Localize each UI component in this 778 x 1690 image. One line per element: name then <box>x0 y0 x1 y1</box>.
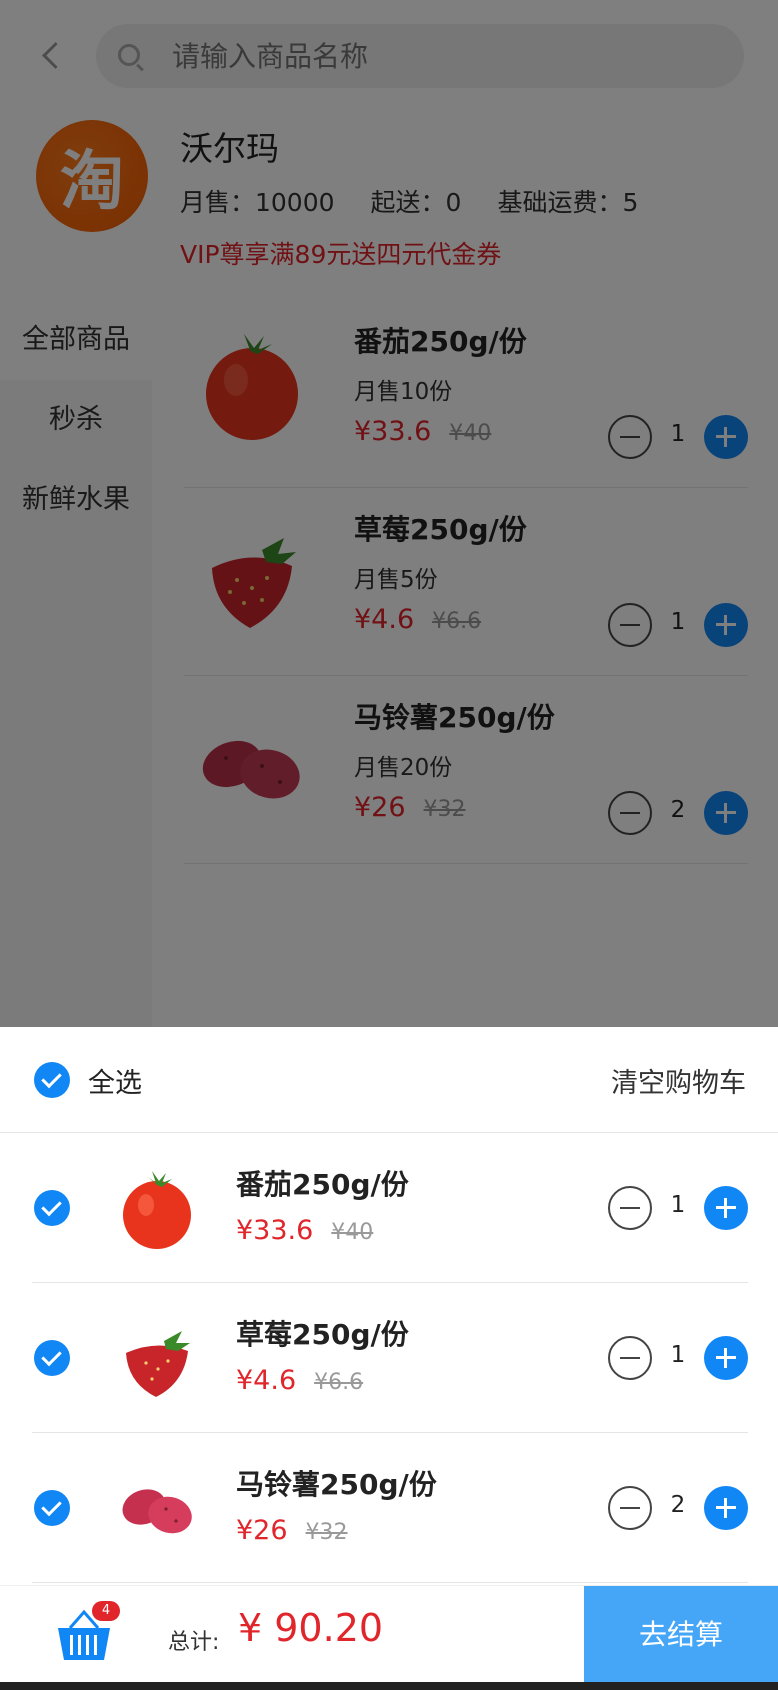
quantity-stepper: 2 <box>608 1486 748 1530</box>
total-amount: ¥ 90.20 <box>238 1606 384 1650</box>
cart-item-price: ¥33.6 ¥40 <box>236 1215 373 1246</box>
modal-overlay[interactable] <box>0 0 778 1027</box>
quantity-value: 2 <box>670 1492 686 1518</box>
cart-header: 全选 清空购物车 <box>0 1027 778 1133</box>
cart-item-name: 草莓250g/份 <box>236 1318 409 1351</box>
minus-icon[interactable] <box>608 1336 652 1380</box>
quantity-value: 1 <box>670 1342 686 1368</box>
original-price: ¥32 <box>305 1520 348 1545</box>
quantity-stepper: 1 <box>608 1186 748 1230</box>
current-price: ¥26 <box>236 1515 288 1546</box>
original-price: ¥6.6 <box>314 1370 364 1395</box>
checkout-bar: 4 总计: ¥ 90.20 去结算 <box>0 1585 778 1683</box>
select-all-label: 全选 <box>88 1068 142 1099</box>
cart-item-name: 番茄250g/份 <box>236 1168 409 1201</box>
quantity-stepper: 1 <box>608 1336 748 1380</box>
minus-icon[interactable] <box>608 1186 652 1230</box>
cart-item: 番茄250g/份 ¥33.6 ¥40 1 <box>32 1133 748 1283</box>
cart-item: 草莓250g/份 ¥4.6 ¥6.6 1 <box>32 1283 748 1433</box>
clear-cart-button[interactable]: 清空购物车 <box>611 1061 746 1100</box>
cart-item-price: ¥26 ¥32 <box>236 1515 348 1546</box>
strawberry-image <box>126 1331 190 1397</box>
cart-item: 马铃薯250g/份 ¥26 ¥32 2 <box>32 1433 748 1583</box>
cart-item-name: 马铃薯250g/份 <box>236 1468 437 1501</box>
total-label: 总计: <box>168 1630 220 1655</box>
potato-image <box>122 1489 192 1534</box>
item-checkbox[interactable] <box>34 1490 70 1526</box>
plus-icon[interactable] <box>704 1186 748 1230</box>
item-checkbox[interactable] <box>34 1190 70 1226</box>
item-checkbox[interactable] <box>34 1340 70 1376</box>
page: 淘 沃尔玛 月售：10000起送：0基础运费：5 VIP尊享满89元送四元代金券… <box>0 0 778 1690</box>
plus-icon[interactable] <box>704 1336 748 1380</box>
checkout-button[interactable]: 去结算 <box>584 1586 778 1683</box>
quantity-value: 1 <box>670 1192 686 1218</box>
minus-icon[interactable] <box>608 1486 652 1530</box>
cart-sheet: 全选 清空购物车 番茄250g/份 ¥33.6 ¥40 1 草莓250g/份 ¥… <box>0 1027 778 1585</box>
cart-item-price: ¥4.6 ¥6.6 <box>236 1365 363 1396</box>
plus-icon[interactable] <box>704 1486 748 1530</box>
original-price: ¥40 <box>331 1220 374 1245</box>
tomato-image <box>123 1171 191 1249</box>
cart-count-badge: 4 <box>92 1601 120 1621</box>
select-all-checkbox[interactable] <box>34 1062 70 1098</box>
home-indicator <box>0 1682 778 1690</box>
current-price: ¥33.6 <box>236 1215 314 1246</box>
current-price: ¥4.6 <box>236 1365 297 1396</box>
